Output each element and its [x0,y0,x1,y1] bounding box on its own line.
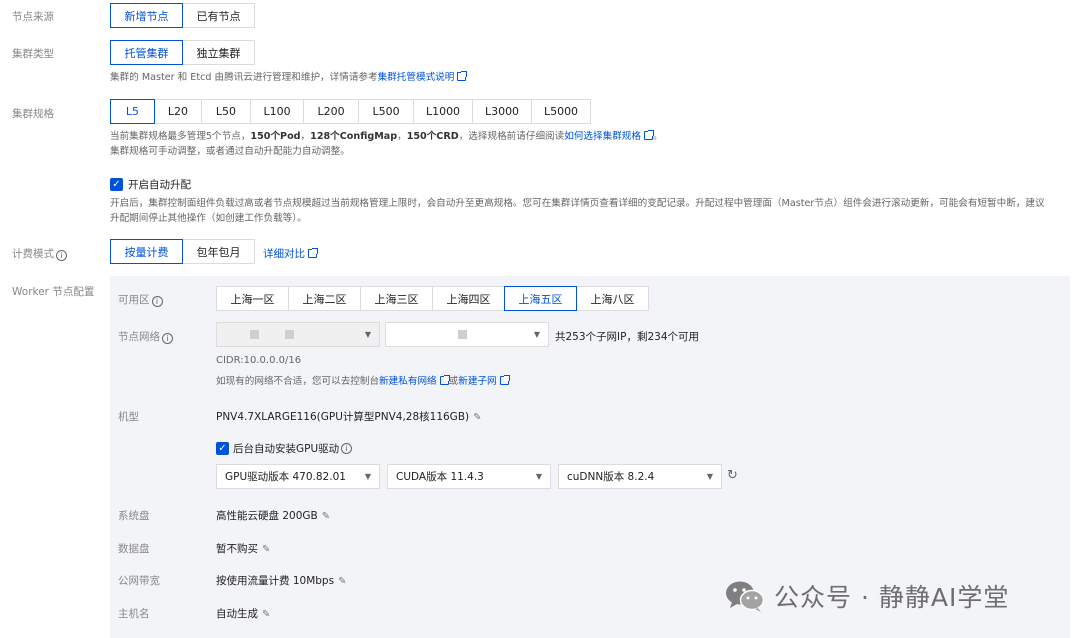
spec-l1000[interactable]: L1000 [413,99,473,124]
info-icon: i [151,296,163,307]
pencil-icon[interactable]: ✎ [322,511,330,522]
zone-label: 可用区 i [118,292,163,307]
cluster-type-segment: 托管集群 独立集群 [110,40,255,65]
node-source-label: 节点来源 [12,11,54,23]
worker-config-label: Worker 节点配置 [12,286,95,298]
watermark-text: 公众号 · 静静AI学堂 [774,583,1010,612]
cluster-spec-tip2: 集群规格可手动调整，或者通过自动升配能力自动调整。 [110,146,350,157]
cluster-type-tip: 集群的 Master 和 Etcd 由腾讯云进行管理和维护，详情请参考集群托管模… [110,71,468,85]
billing-compare: 详细对比 [263,247,318,261]
spec-l50[interactable]: L50 [201,99,251,124]
watermark: 公众号 · 静静AI学堂 [724,578,1009,614]
system-disk-value: 高性能云硬盘 200GB ✎ [216,510,331,522]
managed-mode-link[interactable]: 集群托管模式说明 [378,72,455,83]
zone-segment: 上海一区 上海二区 上海三区 上海四区 上海五区 上海八区 [216,286,649,311]
auto-upgrade-checkbox[interactable]: ✓ [110,178,123,191]
wechat-icon [726,581,765,612]
option-independent-cluster[interactable]: 独立集群 [182,40,255,65]
option-existing-node[interactable]: 已有节点 [182,3,255,28]
system-disk-label: 系统盘 [118,510,150,522]
spec-l100[interactable]: L100 [250,99,304,124]
info-icon: i [56,250,67,261]
chevron-down-icon: ▼ [364,330,371,339]
choose-spec-link[interactable]: 如何选择集群规格 [564,131,641,142]
auto-upgrade-desc1: 开启后，集群控制面组件负载过高或者节点规模超过当前规格管理上限时，会自动升至更高… [110,198,1045,209]
billing-label: 计费模式 i [12,246,67,261]
vpc-select[interactable]: ▼ [216,322,380,347]
zone-sh2[interactable]: 上海二区 [288,286,361,311]
node-source-segment: 新增节点 已有节点 [110,3,255,28]
zone-sh1[interactable]: 上海一区 [216,286,289,311]
option-managed-cluster[interactable]: 托管集群 [110,40,183,65]
redacted-block [250,330,259,339]
spec-l5000[interactable]: L5000 [531,99,591,124]
bandwidth-value: 按使用流量计费 10Mbps ✎ [216,575,347,587]
chevron-down-icon: ▼ [706,472,713,481]
cudnn-select[interactable]: cuDNN版本 8.2.4 ▼ [558,464,722,489]
external-link-icon [439,375,450,385]
refresh-icon[interactable]: ↻ [727,468,738,483]
spec-l5[interactable]: L5 [110,99,155,124]
info-icon: i [162,333,173,344]
model-label: 机型 [118,411,139,423]
data-disk-value: 暂不购买 ✎ [216,543,271,555]
info-icon: i [341,443,353,454]
cluster-spec-tip: 当前集群规格最多管理5个节点，150个Pod，128个ConfigMap，150… [110,130,663,142]
pencil-icon[interactable]: ✎ [262,609,270,620]
zone-sh5[interactable]: 上海五区 [504,286,577,311]
spec-l500[interactable]: L500 [358,99,414,124]
create-subnet-link[interactable]: 新建子网 [458,376,496,387]
cluster-spec-segment: L5 L20 L50 L100 L200 L500 L1000 L3000 L5… [110,99,591,124]
billing-compare-link[interactable]: 详细对比 [263,248,305,260]
external-link-icon [643,130,654,140]
gpu-auto-install-row: ✓ 后台自动安装GPU驱动 i [216,441,353,456]
billing-segment: 按量计费 包年包月 [110,239,255,264]
spec-l200[interactable]: L200 [303,99,359,124]
auto-upgrade-desc2: 升配期间停止其他操作（如创建工作负载等）。 [110,213,307,224]
hostname-value: 自动生成 ✎ [216,608,271,620]
bandwidth-label: 公网带宽 [118,575,160,587]
zone-sh8[interactable]: 上海八区 [576,286,649,311]
zone-sh3[interactable]: 上海三区 [360,286,433,311]
zone-sh4[interactable]: 上海四区 [432,286,505,311]
network-hint: 如现有的网络不合适，您可以去控制台新建私有网络 或新建子网 [216,375,510,389]
option-pay-as-you-go[interactable]: 按量计费 [110,239,183,264]
subnet-ip-info: 共253个子网IP，剩234个可用 [555,331,700,343]
redacted-block [285,330,294,339]
gpu-auto-install-checkbox[interactable]: ✓ [216,442,229,455]
external-link-icon [499,375,510,385]
model-value: PNV4.7XLARGE116(GPU计算型PNV4,28核116GB) ✎ [216,411,482,423]
data-disk-label: 数据盘 [118,543,150,555]
external-link-icon [308,248,318,258]
chevron-down-icon: ▼ [535,472,542,481]
spec-l3000[interactable]: L3000 [472,99,532,124]
option-new-node[interactable]: 新增节点 [110,3,183,28]
gpu-driver-select[interactable]: GPU驱动版本 470.82.01 ▼ [216,464,380,489]
pencil-icon[interactable]: ✎ [262,544,270,555]
spec-l20[interactable]: L20 [154,99,202,124]
subnet-select[interactable]: ▼ [385,322,549,347]
cluster-spec-label: 集群规格 [12,108,54,120]
cluster-type-label: 集群类型 [12,48,54,60]
auto-upgrade-label: 开启自动升配 [128,179,191,191]
pencil-icon[interactable]: ✎ [473,412,481,423]
chevron-down-icon: ▼ [364,472,371,481]
chevron-down-icon: ▼ [533,330,540,339]
external-link-icon [457,71,468,81]
option-monthly[interactable]: 包年包月 [182,239,255,264]
redacted-block [458,330,467,339]
hostname-label: 主机名 [118,608,150,620]
network-label: 节点网络 i [118,329,173,344]
cuda-select[interactable]: CUDA版本 11.4.3 ▼ [387,464,551,489]
pencil-icon[interactable]: ✎ [338,576,346,587]
auto-upgrade-row: ✓ 开启自动升配 [110,177,191,192]
create-vpc-link[interactable]: 新建私有网络 [379,376,437,387]
cidr-text: CIDR:10.0.0.0/16 [216,355,302,366]
gpu-auto-install-label: 后台自动安装GPU驱动 [233,443,340,455]
